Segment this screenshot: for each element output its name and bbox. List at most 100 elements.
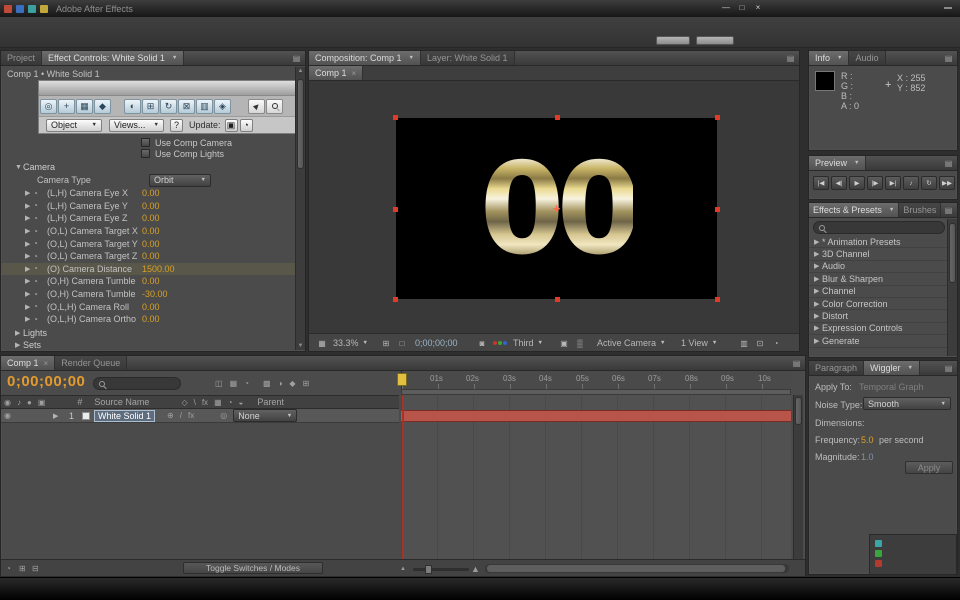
- light-tool-icon[interactable]: ▥: [196, 99, 213, 114]
- use-comp-lights-checkbox[interactable]: [141, 149, 150, 158]
- selection-handle[interactable]: [555, 297, 560, 302]
- vertical-scrollbar[interactable]: [947, 219, 957, 356]
- shade-tool-icon[interactable]: ◈: [214, 99, 231, 114]
- mask-visibility-icon[interactable]: □: [395, 336, 409, 350]
- object-dropdown[interactable]: Object ▼: [46, 119, 102, 132]
- tab-timeline-comp1[interactable]: Comp 1 ×: [1, 356, 55, 370]
- channel-icon[interactable]: [493, 336, 507, 350]
- layer-duration-bar[interactable]: [401, 410, 791, 422]
- property-value[interactable]: 0.00: [142, 302, 160, 312]
- noise-type-dropdown[interactable]: Smooth ▼: [863, 397, 951, 410]
- panel-menu-icon[interactable]: ▤: [790, 358, 803, 369]
- twirl-icon[interactable]: ▶: [25, 227, 33, 235]
- property-value[interactable]: 0.00: [142, 251, 160, 261]
- property-value[interactable]: 1500.00: [142, 264, 175, 274]
- tab-info[interactable]: Info ▼: [809, 51, 849, 65]
- pixel-aspect-icon[interactable]: ▥: [737, 336, 751, 350]
- grid-guides-icon[interactable]: ⊞: [379, 336, 393, 350]
- help-button[interactable]: ?: [170, 119, 183, 132]
- stopwatch-icon[interactable]: ◔: [33, 315, 47, 324]
- tab-brushes[interactable]: Brushes: [899, 203, 941, 217]
- twirl-icon[interactable]: ▶: [25, 265, 33, 273]
- twirl-icon[interactable]: ▶: [25, 189, 33, 197]
- view-layout-dropdown[interactable]: 1 View ▼: [681, 336, 717, 350]
- twirl-icon[interactable]: ▶: [814, 312, 822, 320]
- tab-layer[interactable]: Layer: White Solid 1: [421, 51, 515, 65]
- property-value[interactable]: 0.00: [142, 226, 160, 236]
- scroll-down-icon[interactable]: ▼: [296, 343, 305, 349]
- close-icon[interactable]: ×: [44, 359, 49, 368]
- panel-menu-icon[interactable]: ▤: [942, 53, 955, 64]
- scrollbar-thumb[interactable]: [297, 79, 304, 169]
- effects-category-row[interactable]: ▶Generate: [809, 335, 947, 347]
- twirl-icon[interactable]: ▶: [15, 329, 23, 337]
- property-row[interactable]: ▶◔(O,L) Camera Target Z0.00: [1, 250, 295, 263]
- twirl-icon[interactable]: ▶: [814, 324, 822, 332]
- layer-switches[interactable]: ⊕ / fx: [167, 411, 194, 420]
- camera-pan-icon[interactable]: ⊞: [142, 99, 159, 114]
- number-column-label[interactable]: #: [77, 397, 82, 407]
- twirl-icon[interactable]: ▶: [814, 287, 822, 295]
- scrollbar-thumb[interactable]: [487, 565, 785, 572]
- scrollbar-thumb[interactable]: [949, 223, 956, 283]
- first-frame-button[interactable]: |◀: [813, 176, 829, 190]
- frequency-value[interactable]: 5.0: [861, 435, 874, 445]
- stopwatch-icon[interactable]: ◔: [33, 302, 47, 311]
- layer-row[interactable]: ◉ ▶ 1 White Solid 1 ⊕/fx ◎ None ▼: [1, 409, 399, 423]
- tab-project[interactable]: Project: [1, 51, 42, 65]
- snapshot-icon[interactable]: ◙: [475, 336, 489, 350]
- property-value[interactable]: 0.00: [142, 276, 160, 286]
- draft-3d-icon[interactable]: ▦: [230, 379, 238, 388]
- zoom-in-mountain-icon[interactable]: ▲: [471, 564, 480, 574]
- magnifier-icon[interactable]: [266, 99, 283, 114]
- layer-name[interactable]: White Solid 1: [94, 410, 155, 422]
- property-row[interactable]: ▶◔(O,L,H) Camera Roll0.00: [1, 300, 295, 313]
- effects-category-row[interactable]: ▶Blur & Sharpen: [809, 273, 947, 285]
- next-frame-button[interactable]: |▶: [867, 176, 883, 190]
- property-row[interactable]: ▶◔(L,H) Camera Eye Z0.00: [1, 212, 295, 225]
- tab-wiggler[interactable]: Wiggler ▼: [864, 361, 920, 375]
- menu-icon[interactable]: [28, 5, 36, 13]
- stopwatch-icon[interactable]: ◔: [33, 189, 47, 198]
- graph-editor-icon[interactable]: ⊞: [303, 379, 310, 388]
- quality-switch-icon[interactable]: ⊕: [167, 411, 174, 420]
- panel-menu-icon[interactable]: ▤: [290, 53, 303, 64]
- current-time[interactable]: 0;00;00;00: [415, 336, 458, 350]
- twirl-icon[interactable]: ▶: [814, 300, 822, 308]
- timeline-button-icon[interactable]: ◔: [769, 336, 783, 350]
- camera-group-row[interactable]: ▼ Camera: [15, 161, 55, 173]
- source-name-column-label[interactable]: Source Name: [94, 397, 149, 407]
- previous-frame-button[interactable]: ◀|: [831, 176, 847, 190]
- twirl-icon[interactable]: ▶: [15, 341, 23, 349]
- property-value[interactable]: 0.00: [142, 314, 160, 324]
- selection-arrow-icon[interactable]: ►: [248, 99, 265, 114]
- update-draft-icon[interactable]: ▣: [225, 119, 238, 132]
- property-value[interactable]: 0.00: [142, 188, 160, 198]
- effects-category-row[interactable]: ▶Expression Controls: [809, 323, 947, 335]
- menu-icon[interactable]: [16, 5, 24, 13]
- composition-viewer[interactable]: 00 +: [309, 81, 799, 333]
- timeline-vertical-scrollbar[interactable]: [793, 395, 803, 559]
- restore-button[interactable]: □: [736, 2, 748, 13]
- use-comp-camera-checkbox[interactable]: [141, 138, 150, 147]
- views-dropdown[interactable]: Views... ▼: [109, 119, 164, 132]
- selection-handle[interactable]: [555, 115, 560, 120]
- magnitude-value[interactable]: 1.0: [861, 452, 874, 462]
- flowchart-icon[interactable]: ▦: [315, 336, 329, 350]
- twirl-icon[interactable]: ▶: [25, 290, 33, 298]
- effects-switch-icon[interactable]: /: [180, 411, 182, 420]
- twirl-icon[interactable]: ▶: [25, 277, 33, 285]
- tab-audio[interactable]: Audio: [849, 51, 885, 65]
- tab-paragraph[interactable]: Paragraph: [809, 361, 864, 375]
- camera-type-dropdown[interactable]: Orbit ▼: [149, 174, 211, 187]
- timeline-search-input[interactable]: [93, 377, 181, 390]
- audio-toggle-button[interactable]: ♪: [903, 176, 919, 190]
- tab-effect-controls[interactable]: Effect Controls: White Solid 1 ▼: [42, 51, 184, 65]
- selection-handle[interactable]: [393, 115, 398, 120]
- property-value[interactable]: -30.00: [142, 289, 168, 299]
- panel-menu-icon[interactable]: ▤: [942, 158, 955, 169]
- composition-canvas[interactable]: 00 +: [396, 118, 717, 299]
- toggle-switches-modes-button[interactable]: Toggle Switches / Modes: [183, 562, 323, 574]
- twirl-icon[interactable]: ▶: [814, 337, 822, 345]
- fx-switch-icon[interactable]: fx: [188, 411, 194, 420]
